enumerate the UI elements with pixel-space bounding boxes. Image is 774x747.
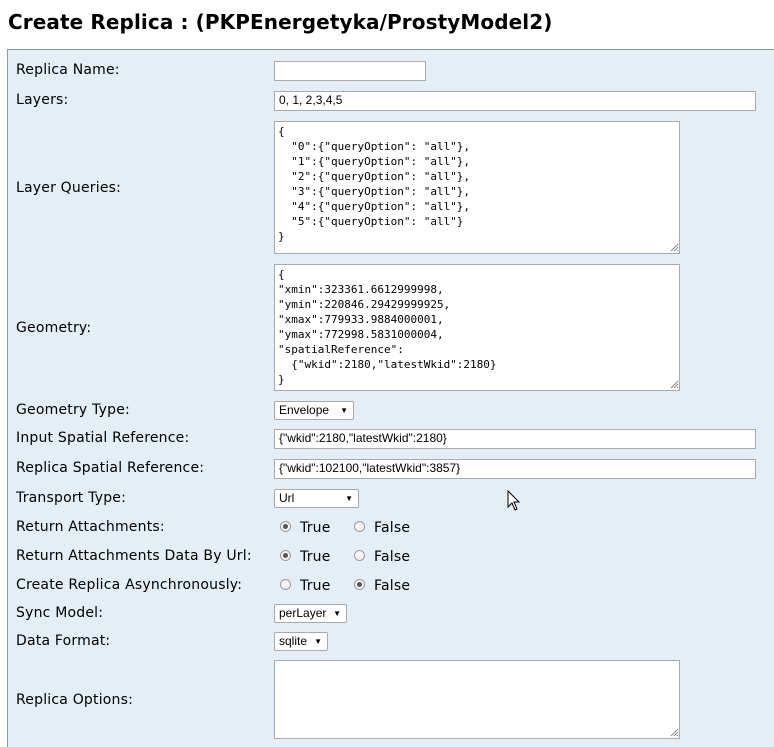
resize-grip-icon[interactable] (670, 728, 679, 737)
geometry-type-select[interactable]: Envelope ▼ (274, 401, 354, 420)
return-attachments-true-label: True (300, 520, 331, 536)
triangle-down-icon: ▼ (345, 494, 353, 503)
replica-sr-input[interactable]: {"wkid":102100,"latestWkid":3857} (274, 459, 756, 479)
transport-type-value: Url (279, 491, 295, 505)
sync-model-select[interactable]: perLayer ▼ (274, 604, 347, 623)
return-attachments-by-url-true-radio[interactable] (280, 550, 291, 561)
layers-input[interactable]: 0, 1, 2,3,4,5 (274, 91, 756, 111)
async-label: Create Replica Asynchronously: (16, 577, 243, 593)
geometry-label: Geometry: (16, 320, 92, 336)
replica-name-label: Replica Name: (16, 62, 120, 78)
return-attachments-by-url-true-label: True (300, 549, 331, 565)
page-title: Create Replica : (PKPEnergetyka/ProstyMo… (8, 10, 553, 34)
replica-options-textarea[interactable] (274, 660, 680, 739)
geometry-type-label: Geometry Type: (16, 402, 130, 418)
transport-type-label: Transport Type: (16, 490, 127, 506)
async-true-label: True (300, 578, 331, 594)
async-true-radio[interactable] (280, 579, 291, 590)
data-format-label: Data Format: (16, 633, 111, 649)
triangle-down-icon: ▼ (340, 406, 348, 415)
return-attachments-true-radio[interactable] (280, 521, 291, 532)
resize-grip-icon[interactable] (670, 380, 679, 389)
return-attachments-by-url-false-radio[interactable] (354, 550, 365, 561)
replica-sr-label: Replica Spatial Reference: (16, 460, 205, 476)
sync-model-value: perLayer (279, 606, 327, 620)
resize-grip-icon[interactable] (670, 243, 679, 252)
mouse-pointer-icon (507, 490, 521, 511)
transport-type-select[interactable]: Url ▼ (274, 489, 359, 508)
data-format-select[interactable]: sqlite ▼ (274, 632, 328, 651)
input-sr-input[interactable]: {"wkid":2180,"latestWkid":2180} (274, 429, 756, 449)
async-false-radio[interactable] (354, 579, 365, 590)
return-attachments-by-url-label: Return Attachments Data By Url: (16, 548, 252, 564)
geometry-textarea[interactable]: { "xmin":323361.6612999998, "ymin":22084… (274, 264, 680, 391)
data-format-value: sqlite (279, 634, 308, 648)
layer-queries-label: Layer Queries: (16, 180, 122, 196)
replica-name-input[interactable] (274, 61, 426, 81)
layer-queries-textarea[interactable]: { "0":{"queryOption": "all"}, "1":{"quer… (274, 121, 680, 254)
geometry-type-value: Envelope (279, 403, 330, 417)
triangle-down-icon: ▼ (333, 609, 341, 618)
async-false-label: False (374, 578, 411, 594)
replica-options-label: Replica Options: (16, 692, 134, 708)
layers-label: Layers: (16, 92, 69, 108)
triangle-down-icon: ▼ (314, 637, 322, 646)
return-attachments-label: Return Attachments: (16, 519, 165, 535)
return-attachments-false-radio[interactable] (354, 521, 365, 532)
input-sr-label: Input Spatial Reference: (16, 430, 190, 446)
return-attachments-by-url-false-label: False (374, 549, 411, 565)
sync-model-label: Sync Model: (16, 605, 104, 621)
return-attachments-false-label: False (374, 520, 411, 536)
